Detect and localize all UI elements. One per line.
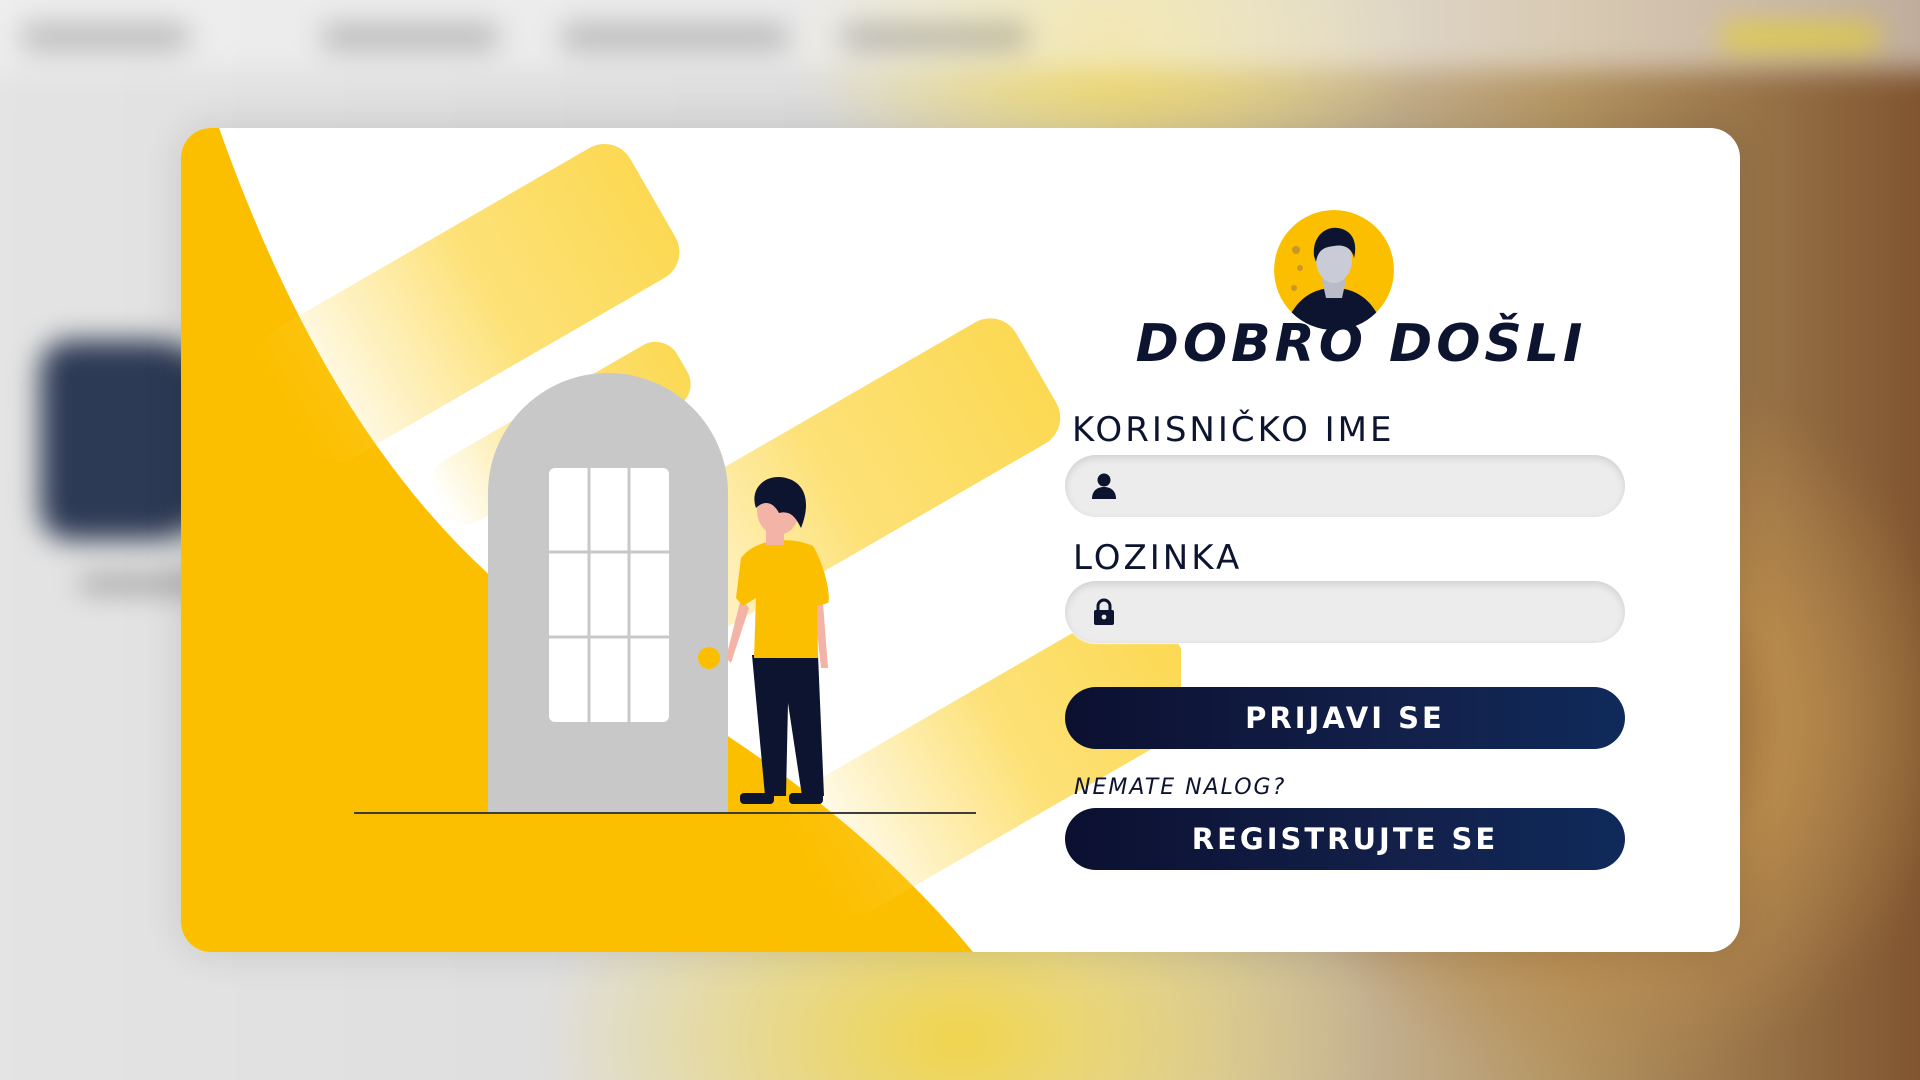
login-card: DOBRO DOŠLI KORISNIČKO IME LOZINKA PRIJA… xyxy=(181,128,1740,952)
password-label: LOZINKA xyxy=(1073,538,1243,578)
user-icon xyxy=(1092,473,1116,499)
avatar-icon xyxy=(1274,210,1394,330)
no-account-text: NEMATE NALOG? xyxy=(1074,775,1287,800)
lock-icon xyxy=(1094,598,1114,625)
username-label: KORISNIČKO IME xyxy=(1072,410,1395,450)
username-field-container xyxy=(1065,455,1625,519)
password-input[interactable] xyxy=(1129,581,1613,645)
login-form: DOBRO DOŠLI KORISNIČKO IME LOZINKA PRIJA… xyxy=(181,128,1740,952)
username-input[interactable] xyxy=(1129,455,1613,519)
background-navbar xyxy=(0,0,1920,70)
password-field-container xyxy=(1065,581,1625,645)
login-button[interactable]: PRIJAVI SE xyxy=(1065,687,1625,749)
welcome-title: DOBRO DOŠLI xyxy=(1135,314,1587,374)
register-button[interactable]: REGISTRUJTE SE xyxy=(1065,808,1625,870)
